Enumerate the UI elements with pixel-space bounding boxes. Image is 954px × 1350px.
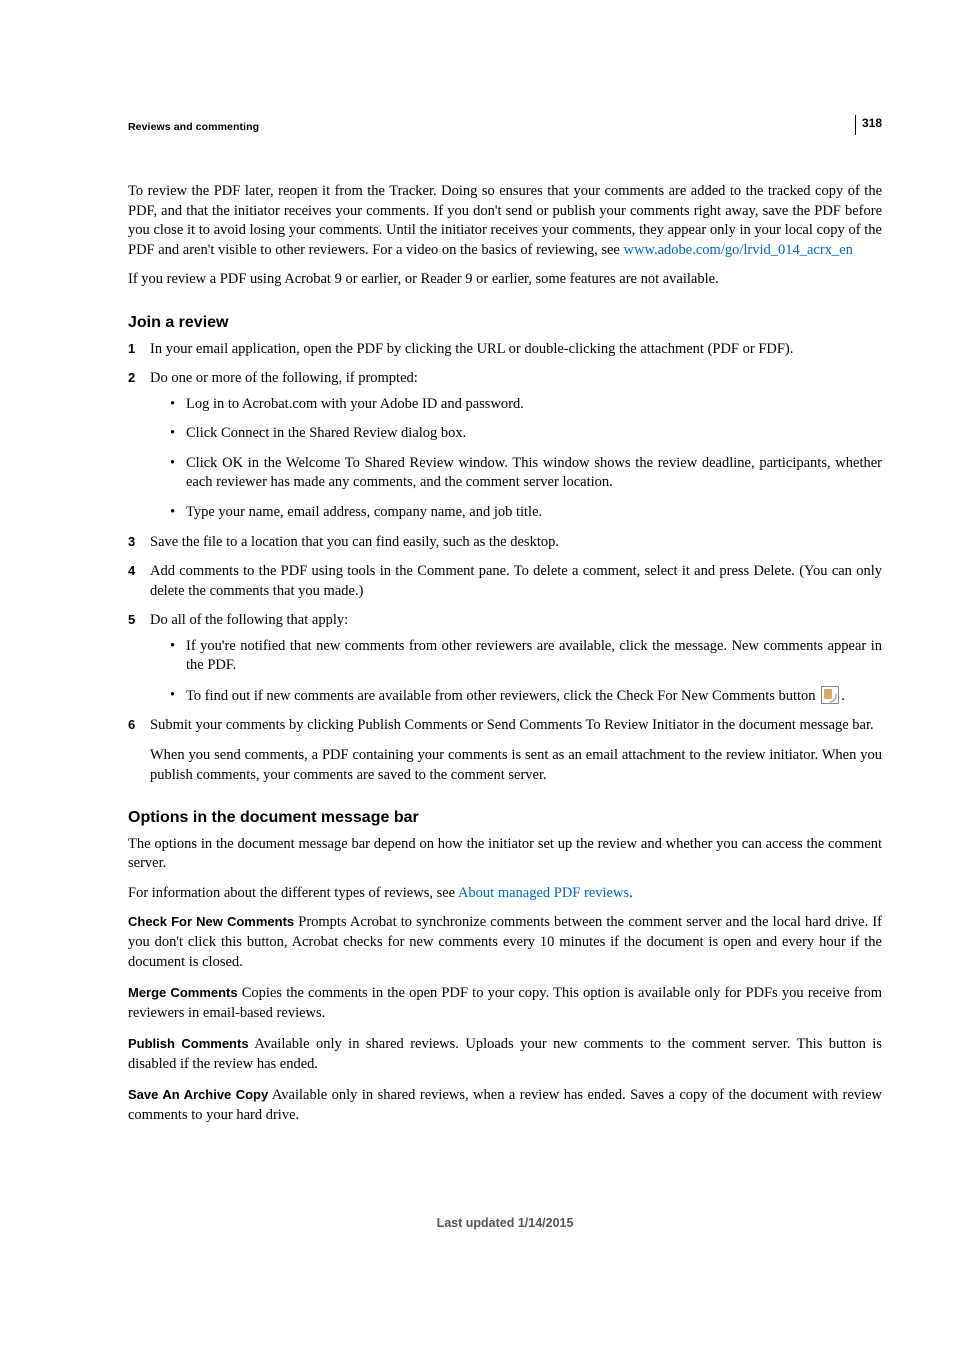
options-paragraph-1: The options in the document message bar … — [128, 835, 882, 874]
def-check-for-new-comments: Check For New Comments Prompts Acrobat t… — [128, 913, 882, 972]
check-for-new-comments-icon — [821, 686, 839, 704]
text: Do one or more of the following, if prom… — [150, 370, 418, 386]
step-4: Add comments to the PDF using tools in t… — [128, 562, 882, 601]
list-item: Click OK in the Welcome To Shared Review… — [170, 454, 882, 493]
heading-join-a-review: Join a review — [128, 312, 882, 334]
page-number: 318 — [855, 115, 882, 135]
options-paragraph-2: For information about the different type… — [128, 884, 882, 904]
def-publish-comments: Publish Comments Available only in share… — [128, 1035, 882, 1074]
step-6: Submit your comments by clicking Publish… — [128, 716, 882, 736]
intro-paragraph-2: If you review a PDF using Acrobat 9 or e… — [128, 270, 882, 290]
step-5: Do all of the following that apply: If y… — [128, 611, 882, 706]
list-item: To find out if new comments are availabl… — [170, 686, 882, 707]
step-3: Save the file to a location that you can… — [128, 533, 882, 553]
link-video[interactable]: www.adobe.com/go/lrvid_014_acrx_en — [624, 242, 853, 258]
heading-options-message-bar: Options in the document message bar — [128, 807, 882, 829]
running-head: Reviews and commenting — [128, 120, 882, 134]
term: Publish Comments — [128, 1036, 249, 1051]
text: Do all of the following that apply: — [150, 612, 348, 628]
list-item: Click Connect in the Shared Review dialo… — [170, 424, 882, 444]
text: . — [629, 885, 633, 901]
step-2: Do one or more of the following, if prom… — [128, 369, 882, 522]
text: For information about the different type… — [128, 885, 458, 901]
footer-last-updated: Last updated 1/14/2015 — [128, 1215, 882, 1232]
list-item: Type your name, email address, company n… — [170, 503, 882, 523]
list-item: Log in to Acrobat.com with your Adobe ID… — [170, 395, 882, 415]
def-merge-comments: Merge Comments Copies the comments in th… — [128, 984, 882, 1023]
link-about-managed-reviews[interactable]: About managed PDF reviews — [458, 885, 629, 901]
definition: Copies the comments in the open PDF to y… — [128, 985, 882, 1021]
intro-paragraph-1: To review the PDF later, reopen it from … — [128, 182, 882, 260]
term: Merge Comments — [128, 985, 238, 1000]
term: Check For New Comments — [128, 914, 294, 929]
step-1: In your email application, open the PDF … — [128, 340, 882, 360]
term: Save An Archive Copy — [128, 1087, 268, 1102]
text: To find out if new comments are availabl… — [186, 688, 819, 704]
list-item: If you're notified that new comments fro… — [170, 637, 882, 676]
def-save-an-archive-copy: Save An Archive Copy Available only in s… — [128, 1086, 882, 1125]
text: . — [841, 688, 845, 704]
step-6-body: When you send comments, a PDF containing… — [150, 746, 882, 785]
